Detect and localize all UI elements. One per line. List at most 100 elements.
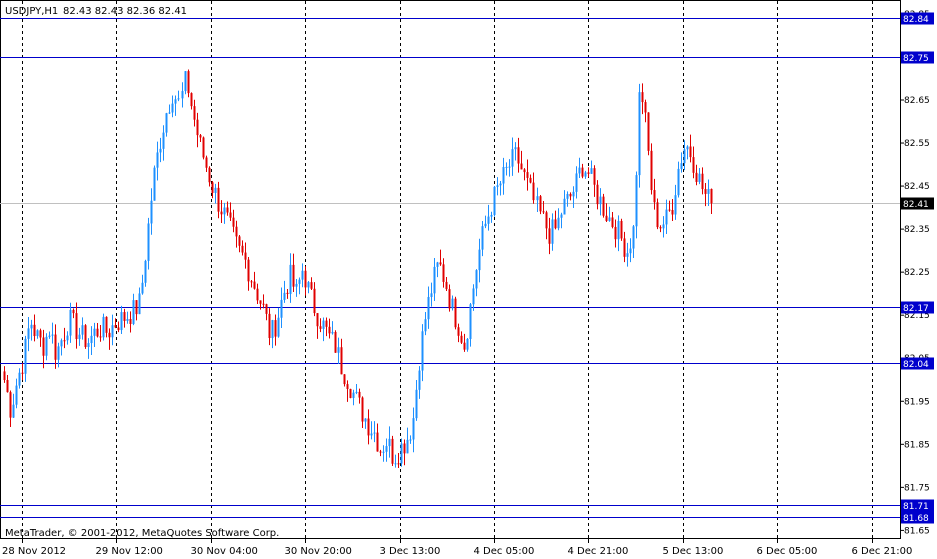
candle-body — [292, 264, 295, 287]
candle-body — [99, 336, 102, 338]
candle-body — [472, 288, 475, 305]
candle-body — [659, 227, 662, 229]
candle-body — [93, 328, 96, 336]
candle-body — [355, 391, 358, 393]
candle-body — [54, 334, 57, 360]
candle-body — [241, 245, 244, 253]
candle-body — [199, 135, 202, 138]
chart-window[interactable]: 82.8582.7582.6582.5582.4582.3582.2582.15… — [0, 0, 937, 559]
chart-symbol-label: USDJPY,H1 — [5, 6, 58, 17]
time-axis[interactable]: 28 Nov 2012 29 Nov 12:00 30 Nov 04:00 30 No… — [2, 539, 937, 557]
candle-body — [475, 270, 478, 289]
candle-body — [662, 224, 665, 229]
candle-body — [707, 188, 710, 194]
x-tick-label: 3 Dec 13:00 — [380, 546, 441, 557]
candle-body — [502, 167, 505, 184]
x-tick-label: 28 Nov 2012 — [2, 546, 66, 557]
candle-body — [403, 443, 406, 454]
candle-body — [487, 216, 490, 224]
candle-body — [156, 152, 159, 168]
candle-body — [620, 220, 623, 239]
candle-body — [599, 196, 602, 205]
candle-body — [316, 313, 319, 327]
candle-body — [84, 325, 87, 347]
candle-body — [514, 147, 517, 150]
candle-body — [614, 226, 617, 240]
level-price-tag-text: 81.71 — [903, 502, 929, 512]
candle-body — [367, 418, 370, 436]
candle-body — [394, 463, 397, 465]
current-price-tag-text: 82.41 — [903, 200, 929, 210]
candle-body — [671, 210, 674, 215]
candle-body — [689, 146, 692, 158]
candle-body — [102, 316, 105, 338]
candle-body — [677, 168, 680, 196]
candle-body — [343, 374, 346, 385]
candle-body — [81, 325, 84, 335]
candle-body — [21, 372, 24, 374]
candle-body — [445, 281, 448, 290]
candle-body — [337, 347, 340, 353]
candle-body — [418, 370, 421, 390]
candle-body — [412, 418, 415, 440]
candle-body — [602, 196, 605, 216]
candle-body — [66, 335, 69, 341]
candle-body — [704, 189, 707, 194]
candle-body — [193, 106, 196, 120]
candle-body — [322, 320, 325, 329]
candle-body — [162, 132, 165, 149]
candle-body — [63, 340, 66, 342]
candle-body — [523, 169, 526, 173]
candle-body — [30, 324, 33, 329]
candle-body — [626, 253, 629, 257]
y-tick-label: 81.75 — [904, 483, 930, 493]
x-tick-label: 4 Dec 21:00 — [568, 546, 629, 557]
candle-body — [454, 298, 457, 328]
candle-body — [641, 92, 644, 103]
candle-body — [554, 219, 557, 229]
candle-body — [587, 172, 590, 174]
candle-body — [268, 313, 271, 339]
candle-body — [650, 150, 653, 191]
candle-body — [508, 166, 511, 168]
candle-body — [120, 312, 123, 331]
candle-body — [190, 93, 193, 107]
candle-body — [235, 226, 238, 237]
candle-body — [665, 209, 668, 225]
candle-body — [493, 186, 496, 215]
candle-body — [226, 207, 229, 213]
horizontal-lines-layer — [0, 18, 900, 518]
candle-body — [551, 219, 554, 244]
candle-body — [123, 312, 126, 321]
candle-body — [539, 196, 542, 212]
candle-body — [638, 92, 641, 176]
candle-body — [232, 217, 235, 227]
candle-body — [617, 220, 620, 240]
candle-body — [3, 371, 6, 380]
candle-body — [15, 385, 18, 405]
candle-body — [9, 392, 12, 418]
candle-body — [135, 300, 138, 315]
candle-body — [274, 320, 277, 337]
candle-body — [460, 335, 463, 343]
candle-body — [295, 283, 298, 287]
candle-body — [117, 327, 120, 331]
candle-body — [686, 146, 689, 150]
candle-body — [352, 392, 355, 398]
candle-body — [48, 335, 51, 337]
candle-body — [238, 236, 241, 246]
candle-body — [710, 188, 713, 204]
candle-body — [39, 330, 42, 338]
candle-body — [593, 168, 596, 185]
chart-ohlc-values: 82.43 82.43 82.36 82.41 — [63, 6, 187, 17]
candle-body — [181, 91, 184, 99]
x-tick-label: 5 Dec 13:00 — [663, 546, 724, 557]
price-axis[interactable]: 82.8582.7582.6582.5582.4582.3582.2582.15… — [900, 10, 934, 536]
candle-body — [373, 432, 376, 434]
candle-body — [165, 113, 168, 133]
price-chart[interactable]: 82.8582.7582.6582.5582.4582.3582.2582.15… — [0, 0, 937, 559]
x-tick-label: 6 Dec 05:00 — [757, 546, 818, 557]
candle-body — [301, 270, 304, 280]
candle-body — [424, 319, 427, 332]
candle-body — [557, 217, 560, 229]
